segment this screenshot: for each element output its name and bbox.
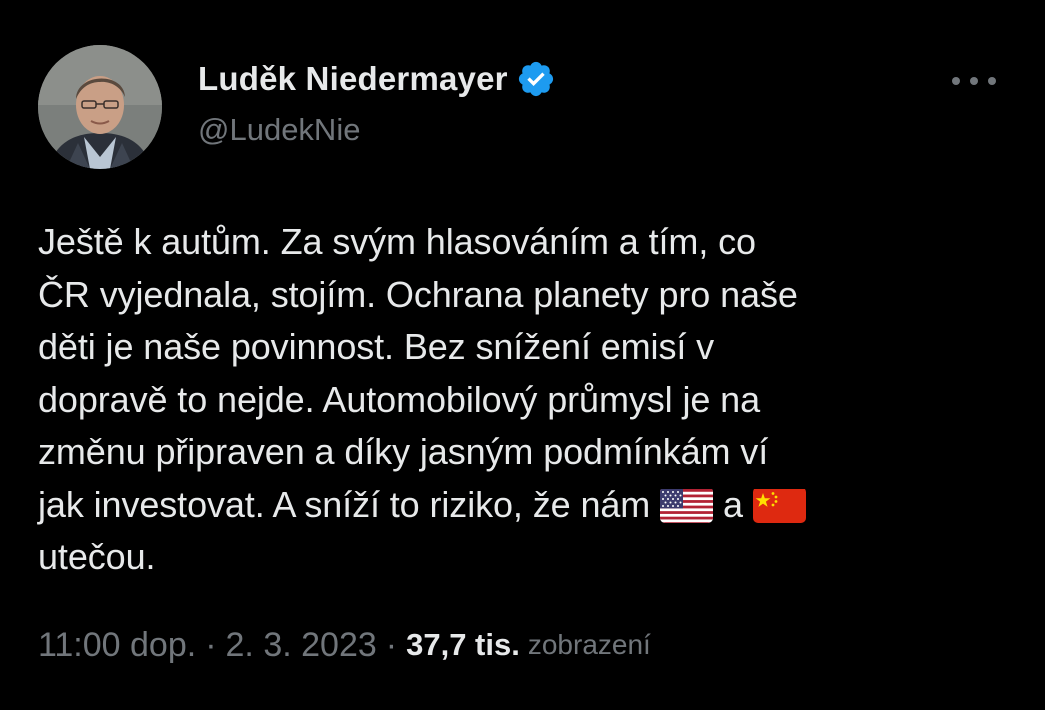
tweet-text-line: Ještě k autům. Za svým hlasováním a tím,… xyxy=(38,221,756,262)
more-options-icon[interactable] xyxy=(952,66,996,96)
more-dot xyxy=(988,77,996,85)
us-flag-icon xyxy=(660,487,714,523)
author-name-row: Luděk Niedermayer xyxy=(198,58,556,100)
tweet-text-segment: jak investovat. A sníží to riziko, že ná… xyxy=(38,483,651,525)
views-count[interactable]: 37,7 tis. xyxy=(406,627,520,663)
more-dot xyxy=(952,77,960,85)
more-dot xyxy=(970,77,978,85)
meta-separator: · xyxy=(205,625,217,664)
china-flag-icon xyxy=(752,487,806,523)
avatar-portrait-image xyxy=(38,45,162,169)
tweet-meta: 11:00 dop. · 2. 3. 2023 · 37,7 tis. zobr… xyxy=(38,622,651,668)
tweet-text-line: dopravě to nejde. Automobilový průmysl j… xyxy=(38,378,761,420)
avatar[interactable] xyxy=(38,45,162,169)
tweet-text-segment: a xyxy=(722,483,743,525)
meta-separator: · xyxy=(385,625,398,664)
author-display-name[interactable]: Luděk Niedermayer xyxy=(198,60,508,98)
author-handle[interactable]: @LudekNie xyxy=(198,112,360,148)
views-label: zobrazení xyxy=(527,629,651,660)
tweet-text: Ještě k autům. Za svým hlasováním a tím,… xyxy=(38,216,1013,584)
verified-badge-icon[interactable] xyxy=(516,59,556,99)
tweet-text-line-with-emoji: jak investovat. A sníží to riziko, že ná… xyxy=(38,479,1013,532)
tweet-text-line: ČR vyjednala, stojím. Ochrana planety pr… xyxy=(38,273,798,315)
tweet-text-line: změnu připraven a díky jasným podmínkám … xyxy=(38,431,769,472)
tweet-date[interactable]: 2. 3. 2023 xyxy=(226,626,377,665)
tweet-text-line: děti je naše povinnost. Bez snížení emis… xyxy=(38,326,715,367)
tweet-card: Luděk Niedermayer @LudekNie Ještě k autů… xyxy=(0,0,1045,710)
tweet-text-line: utečou. xyxy=(38,536,156,577)
tweet-time[interactable]: 11:00 dop. xyxy=(38,626,196,665)
